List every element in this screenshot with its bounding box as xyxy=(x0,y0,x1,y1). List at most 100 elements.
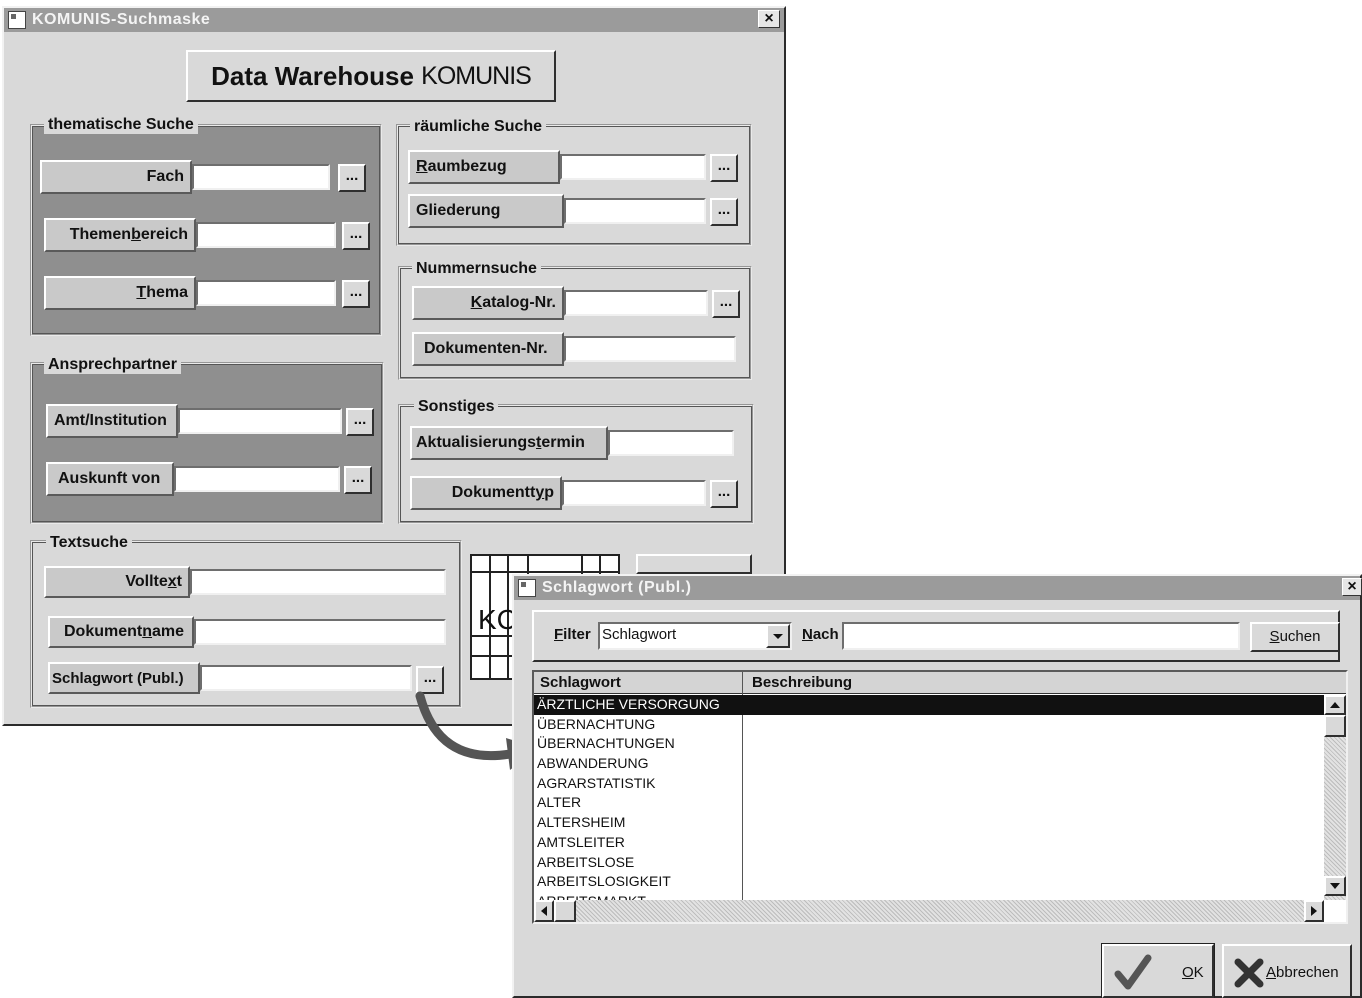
list-item[interactable]: ÄRZTLICHE VERSORGUNG xyxy=(534,695,742,715)
filter-select[interactable]: Schlagwort xyxy=(598,622,792,650)
dokumenten-nr-label[interactable]: Dokumenten-Nr. xyxy=(412,332,564,366)
close-icon: × xyxy=(764,10,774,27)
list-item[interactable]: AMTSLEITER xyxy=(534,833,742,853)
list-item[interactable]: AGRARSTATISTIK xyxy=(534,774,742,794)
group-sonstiges: Sonstiges Aktualisierungs t ermin Dokument… xyxy=(398,398,754,524)
scroll-left-button[interactable] xyxy=(534,900,554,922)
schlagwort-dialog: Schlagwort (Publ.) × Filter Schlagwort N… xyxy=(512,574,1362,998)
dropdown-button[interactable] xyxy=(766,624,790,648)
list-item[interactable]: ARBEITSLOSIGKEIT xyxy=(534,872,742,892)
amt-institution-label[interactable]: Amt/Institution xyxy=(46,404,178,438)
dokumenttyp-input[interactable] xyxy=(562,480,706,506)
filter-label: Filter xyxy=(554,626,591,643)
dokumenttyp-browse-button[interactable]: ... xyxy=(710,480,738,508)
arrow-up-icon xyxy=(1330,702,1340,708)
gliederung-input[interactable] xyxy=(564,198,706,224)
dokumentname-input[interactable] xyxy=(194,619,446,645)
raumbezug-input[interactable] xyxy=(560,154,706,180)
list-item[interactable]: ALTER xyxy=(534,793,742,813)
cancel-label: Abbrechen xyxy=(1266,964,1339,981)
list-item[interactable]: ARBEITSLOSE xyxy=(534,853,742,873)
dialog-close-button[interactable]: × xyxy=(1342,578,1362,596)
raumbezug-label[interactable]: Raumbezug xyxy=(408,150,560,184)
aktualisierungstermin-input[interactable] xyxy=(608,430,734,456)
scroll-down-button[interactable] xyxy=(1324,876,1346,896)
group-label: Sonstiges xyxy=(414,398,499,416)
scroll-right-button[interactable] xyxy=(1304,900,1324,922)
schlagwort-table: Schlagwort Beschreibung ÄRZTLICHE VERSOR… xyxy=(532,670,1348,924)
arrow-down-icon xyxy=(1330,883,1340,889)
fach-input[interactable] xyxy=(192,164,330,190)
auskunft-von-input[interactable] xyxy=(174,466,340,492)
dokumenten-nr-input[interactable] xyxy=(564,336,736,362)
close-icon: × xyxy=(1347,578,1357,595)
fach-label[interactable]: Fach xyxy=(40,160,192,194)
column-header-schlagwort[interactable]: Schlagwort xyxy=(540,674,621,691)
dialog-app-icon[interactable] xyxy=(518,579,536,597)
group-textsuche: Textsuche Vollte x t Dokument n ame Schlagwo… xyxy=(30,534,462,708)
list-item[interactable]: ÜBERNACHTUNG xyxy=(534,715,742,735)
dokumentname-label[interactable]: Dokument n ame xyxy=(48,616,194,648)
fach-browse-button[interactable]: ... xyxy=(338,164,366,192)
checkmark-icon xyxy=(1114,954,1152,990)
filter-value: Schlagwort xyxy=(602,626,677,643)
group-label: Ansprechpartner xyxy=(44,356,181,374)
group-nummernsuche: Nummernsuche Katalog-Nr. ... Dokumenten-… xyxy=(398,260,752,380)
dialog-title: Schlagwort (Publ.) xyxy=(542,579,692,596)
themenbereich-input[interactable] xyxy=(196,222,336,248)
horizontal-scrollbar[interactable] xyxy=(534,900,1324,922)
list-item[interactable]: ABWANDERUNG xyxy=(534,754,742,774)
thema-input[interactable] xyxy=(196,280,336,306)
arrow-right-icon xyxy=(1311,906,1317,916)
katalog-nr-label[interactable]: Katalog-Nr. xyxy=(412,286,564,320)
list-item[interactable]: ÜBERNACHTUNGEN xyxy=(534,734,742,754)
raumbezug-browse-button[interactable]: ... xyxy=(710,154,738,182)
close-button[interactable]: × xyxy=(758,10,780,28)
scroll-thumb-horizontal[interactable] xyxy=(554,900,576,922)
nach-input[interactable] xyxy=(842,622,1240,650)
x-mark-icon xyxy=(1234,958,1264,988)
volltext-label[interactable]: Vollte x t xyxy=(44,566,190,598)
chevron-down-icon xyxy=(773,634,783,639)
volltext-input[interactable] xyxy=(190,569,446,595)
gliederung-browse-button[interactable]: ... xyxy=(710,198,738,226)
list-item[interactable]: ALTERSHEIM xyxy=(534,813,742,833)
katalog-nr-browse-button[interactable]: ... xyxy=(712,290,740,318)
group-ansprechpartner: Ansprechpartner Amt/Institution ... Ausk… xyxy=(30,356,384,524)
cancel-button[interactable]: Abbrechen xyxy=(1222,944,1352,998)
schlagwort-input[interactable] xyxy=(200,665,412,691)
vertical-scrollbar[interactable] xyxy=(1324,695,1346,900)
katalog-nr-input[interactable] xyxy=(564,290,708,316)
nach-label: Nach xyxy=(802,626,839,643)
thema-browse-button[interactable]: ... xyxy=(342,280,370,308)
schlagwort-label[interactable]: Schlagwort (Publ.) xyxy=(48,662,200,694)
partial-button[interactable] xyxy=(636,554,752,574)
filter-panel: Filter Schlagwort Nach Suchen xyxy=(532,610,1340,662)
themenbereich-browse-button[interactable]: ... xyxy=(342,222,370,250)
app-icon[interactable] xyxy=(8,11,26,29)
scroll-up-button[interactable] xyxy=(1324,695,1346,715)
main-title: KOMUNIS-Suchmaske xyxy=(32,11,211,28)
group-label: thematische Suche xyxy=(44,116,198,134)
banner-text: Data Warehouse xyxy=(211,60,422,91)
scroll-thumb[interactable] xyxy=(1324,715,1346,737)
group-raeumliche-suche: räumliche Suche Raumbezug ... Gliederung… xyxy=(396,118,752,246)
auskunft-von-label[interactable]: Auskunft von xyxy=(46,462,174,496)
aktualisierungstermin-label[interactable]: Aktualisierungs t ermin xyxy=(410,426,608,460)
amt-institution-browse-button[interactable]: ... xyxy=(346,408,374,436)
suchen-button[interactable]: Suchen xyxy=(1250,622,1340,652)
ok-button[interactable]: OK xyxy=(1101,943,1215,998)
list-item[interactable]: ARBEITSMARKT xyxy=(534,892,742,900)
auskunft-von-browse-button[interactable]: ... xyxy=(344,466,372,494)
themenbereich-label[interactable]: Themen b ereich xyxy=(44,218,196,252)
ok-label: OK xyxy=(1182,964,1204,981)
amt-institution-input[interactable] xyxy=(178,408,342,434)
dialog-titlebar: Schlagwort (Publ.) xyxy=(514,576,1360,600)
dokumenttyp-label[interactable]: Dokumentt y p xyxy=(410,476,562,510)
banner: Data Warehouse KOMUNIS xyxy=(186,50,556,102)
thema-label[interactable]: Thema xyxy=(44,276,196,310)
column-header-beschreibung[interactable]: Beschreibung xyxy=(752,674,852,691)
gliederung-label[interactable]: Gliederung xyxy=(408,194,564,228)
list-body: ÄRZTLICHE VERSORGUNG ÜBERNACHTUNG ÜBERNA… xyxy=(534,695,742,900)
main-titlebar: KOMUNIS-Suchmaske xyxy=(4,8,784,32)
